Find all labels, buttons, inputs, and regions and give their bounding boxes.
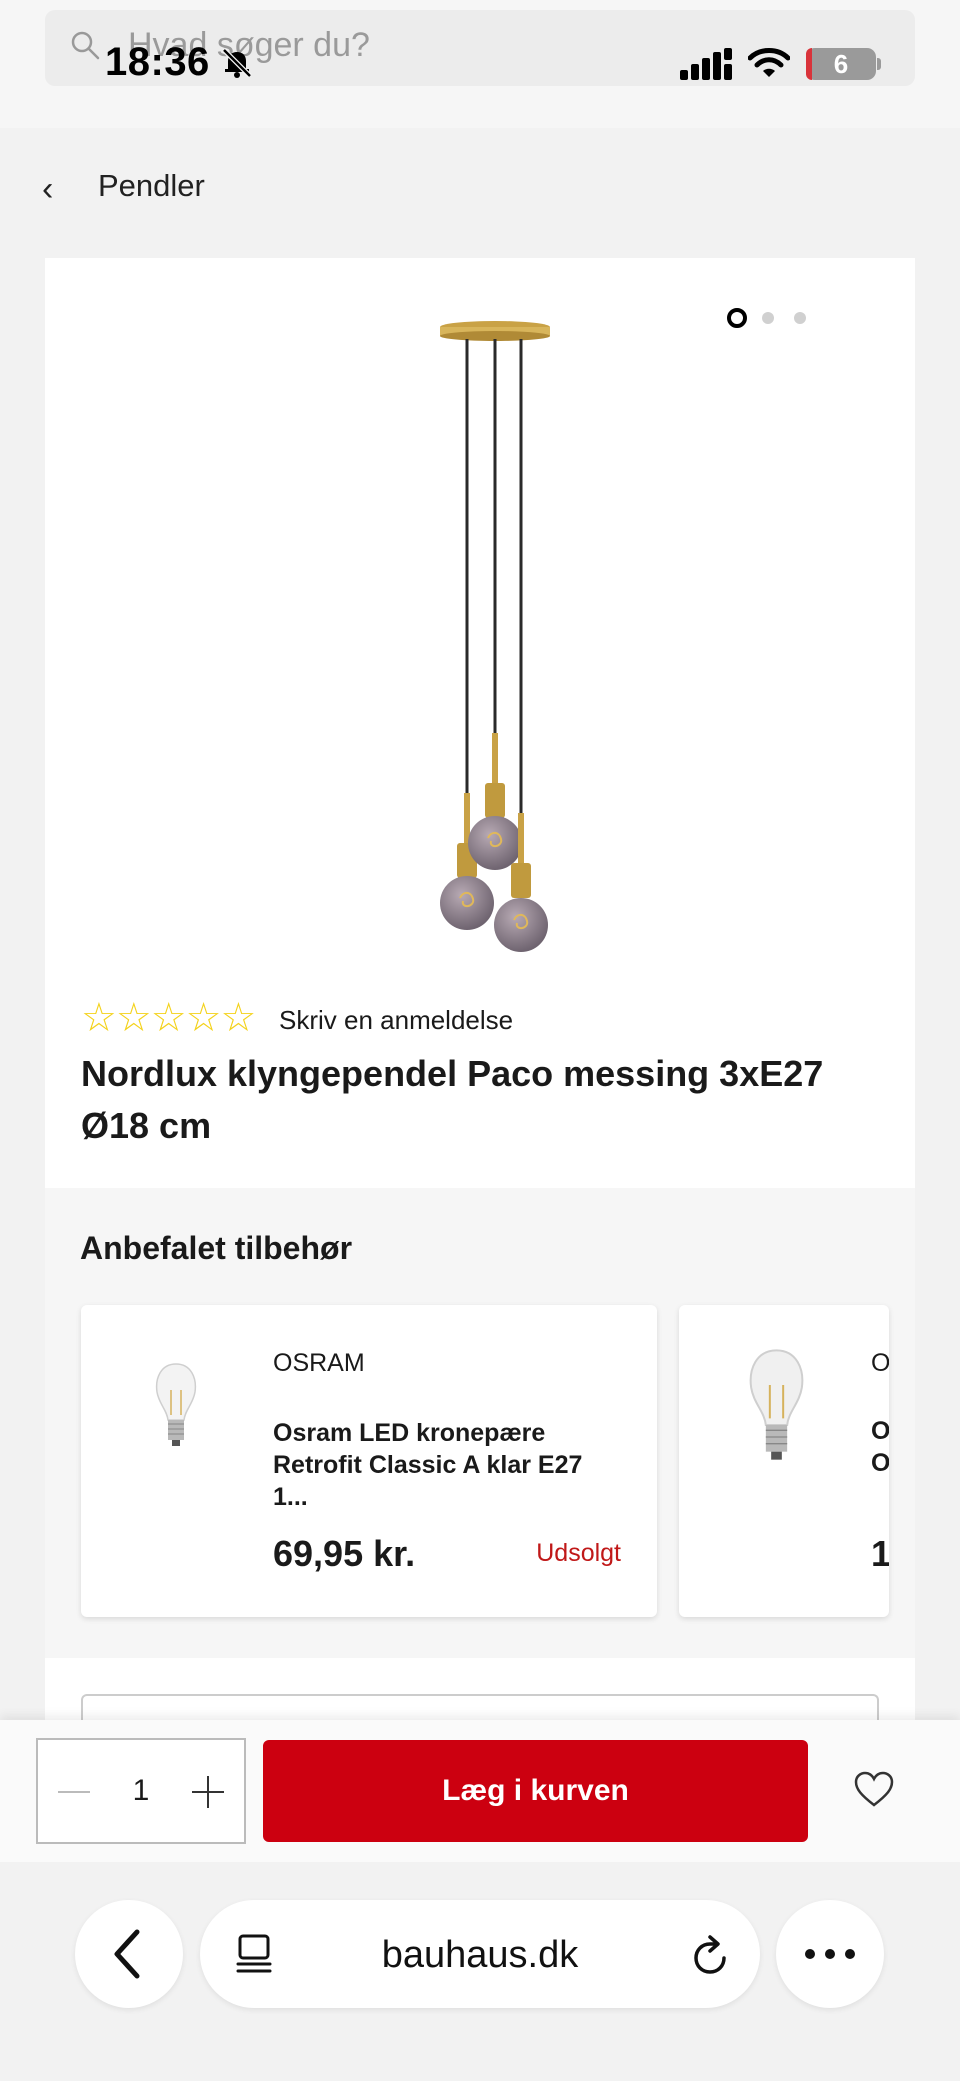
search-icon [71, 31, 100, 60]
accessory-price: 1 [871, 1533, 889, 1574]
gallery-dot-2[interactable] [762, 312, 774, 324]
accessory-name[interactable]: O O [871, 1415, 889, 1479]
breadcrumb-label[interactable]: Pendler [98, 168, 205, 204]
accessory-card[interactable]: O O O 1 [679, 1305, 889, 1617]
next-section [45, 1658, 915, 1734]
breadcrumb[interactable]: ‹ Pendler [0, 128, 960, 258]
signal-icon [680, 48, 732, 80]
bell-muted-icon [222, 48, 252, 78]
chevron-left-icon[interactable]: ‹ [42, 170, 53, 209]
top-bar: Hvad søger du? 18:36 6 [0, 0, 960, 128]
browser-toolbar: bauhaus.dk [0, 1862, 960, 2081]
star-icon: ☆ [115, 996, 152, 1040]
add-to-cart-bar: 1 Læg i kurven [0, 1720, 960, 1862]
stock-status: Udsolgt [536, 1539, 621, 1567]
battery-indicator: 6 [806, 48, 876, 80]
bulb-image [749, 1349, 804, 1460]
product-title: Nordlux klyngependel Paco messing 3xE27 … [81, 1053, 824, 1146]
heart-icon[interactable] [853, 1770, 895, 1808]
wifi-icon [748, 48, 790, 77]
add-to-cart-button[interactable]: Læg i kurven [263, 1740, 808, 1842]
accessory-brand: O [871, 1349, 889, 1377]
gallery-dot-3[interactable] [794, 312, 806, 324]
chevron-left-icon [114, 1929, 140, 1979]
reload-icon[interactable] [690, 1934, 730, 1976]
gallery-pagination[interactable] [727, 308, 817, 328]
address-bar[interactable]: bauhaus.dk [200, 1900, 760, 2008]
plus-icon[interactable] [190, 1774, 226, 1810]
browser-back-button[interactable] [75, 1900, 183, 2008]
accessory-card[interactable]: OSRAM Osram LED kronepære Retrofit Class… [81, 1305, 657, 1617]
battery-tip [877, 58, 881, 70]
star-icon: ☆ [150, 996, 187, 1040]
more-options-button[interactable] [776, 1900, 884, 2008]
star-icon: ☆ [185, 996, 222, 1040]
section-title: Anbefalet tilbehør [80, 1230, 353, 1266]
more-dots-icon [805, 1949, 855, 1959]
accessory-price: 69,95 kr. [273, 1533, 416, 1574]
recommended-accessories: Anbefalet tilbehør OSRAM Osram LED krone… [45, 1188, 915, 1658]
product-card: ☆ ☆ ☆ ☆ ☆ Skriv en anmeldelse Nordlux kl… [45, 258, 915, 1188]
star-icon: ☆ [81, 996, 117, 1040]
quantity-stepper[interactable]: 1 [36, 1738, 246, 1844]
url-text[interactable]: bauhaus.dk [200, 1934, 760, 1977]
accessory-name[interactable]: Osram LED kronepære Retrofit Classic A k… [273, 1417, 623, 1513]
star-icon: ☆ [220, 996, 257, 1040]
accessory-brand: OSRAM [273, 1349, 365, 1377]
gallery-dot-1[interactable] [727, 308, 747, 328]
write-review-link[interactable]: Skriv en anmeldelse [279, 1005, 513, 1036]
rating-stars[interactable]: ☆ ☆ ☆ ☆ ☆ [81, 996, 257, 1040]
status-time: 18:36 [105, 40, 210, 84]
bulb-image [155, 1363, 197, 1446]
